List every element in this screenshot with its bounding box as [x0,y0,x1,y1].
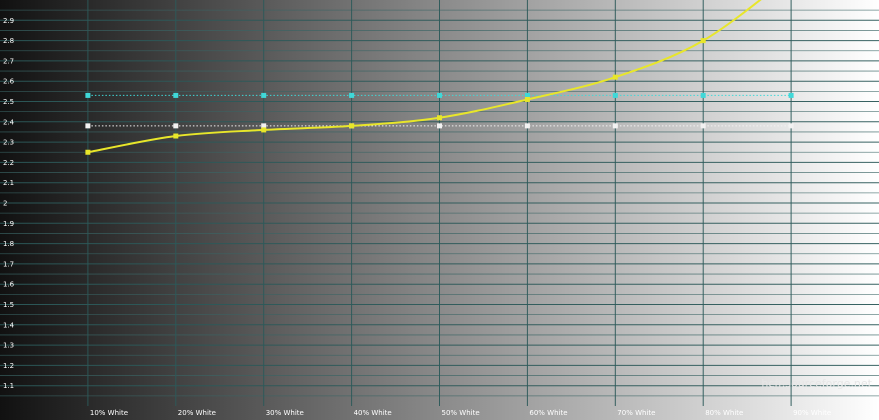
data-point-marker [85,149,91,155]
x-tick-label: 10% White [90,409,128,417]
y-tick-label: 1.8 [3,240,14,248]
data-point-marker [437,92,442,98]
watermark-text: hcfr.sourceforge.net [761,377,872,390]
data-point-marker [700,92,706,98]
y-tick-label: 1.6 [3,281,15,289]
y-tick-label: 2.4 [3,118,15,126]
data-point-marker [612,123,618,129]
data-point-marker [173,92,179,98]
y-tick-label: 2.2 [3,159,14,167]
data-point-marker [261,92,267,98]
y-tick-label: 2 [3,200,7,208]
y-tick-label: 2.8 [3,37,14,45]
y-tick-label: 1.2 [3,362,14,370]
y-tick-label: 1.9 [3,220,14,228]
y-tick-label: 2.1 [3,179,14,187]
data-point-marker [349,123,355,129]
gamma-chart: 1.1 1.2 1.3 1.4 1.5 1.6 1.7 1.8 1.9 2 2.1 2.2 2.3 2.4… [0,0,879,420]
data-point-marker [612,74,618,80]
data-point-marker [85,92,91,98]
grid [0,0,879,406]
data-point-marker [261,127,267,133]
x-tick-label: 90% White [793,409,831,417]
y-tick-label: 2.3 [3,139,14,147]
x-tick-label: 40% White [354,409,392,417]
x-tick-label: 80% White [705,409,743,417]
y-tick-label: 1.3 [3,342,14,350]
y-tick-label: 2.7 [3,57,14,65]
data-point-marker [612,92,618,98]
data-point-marker [85,123,91,129]
data-point-marker [437,123,442,129]
x-axis-ticks: 10% White 20% White 30% White 40% White 50% … [90,409,831,417]
y-tick-label: 1.7 [3,260,14,268]
x-tick-label: 50% White [442,409,480,417]
data-point-marker [700,123,706,129]
chart-svg: 1.1 1.2 1.3 1.4 1.5 1.6 1.7 1.8 1.9 2 2.1 2.2 2.3 2.4… [0,0,879,420]
y-tick-label: 1.4 [3,321,15,329]
data-point-marker [349,92,355,98]
y-tick-label: 1.1 [3,382,14,390]
x-tick-label: 60% White [529,409,567,417]
data-point-marker [173,133,179,139]
data-point-marker [788,92,794,98]
y-tick-label: 2.6 [3,78,15,86]
data-point-marker [524,96,530,102]
data-point-marker [700,38,706,44]
y-tick-label: 1.5 [3,301,14,309]
y-tick-label: 2.9 [3,17,14,25]
x-tick-label: 30% White [266,409,304,417]
data-point-marker [524,123,530,129]
y-tick-label: 2.5 [3,98,14,106]
data-point-marker [437,115,442,121]
data-point-marker [788,123,794,129]
data-point-marker [173,123,179,129]
x-tick-label: 20% White [178,409,216,417]
x-tick-label: 70% White [617,409,655,417]
